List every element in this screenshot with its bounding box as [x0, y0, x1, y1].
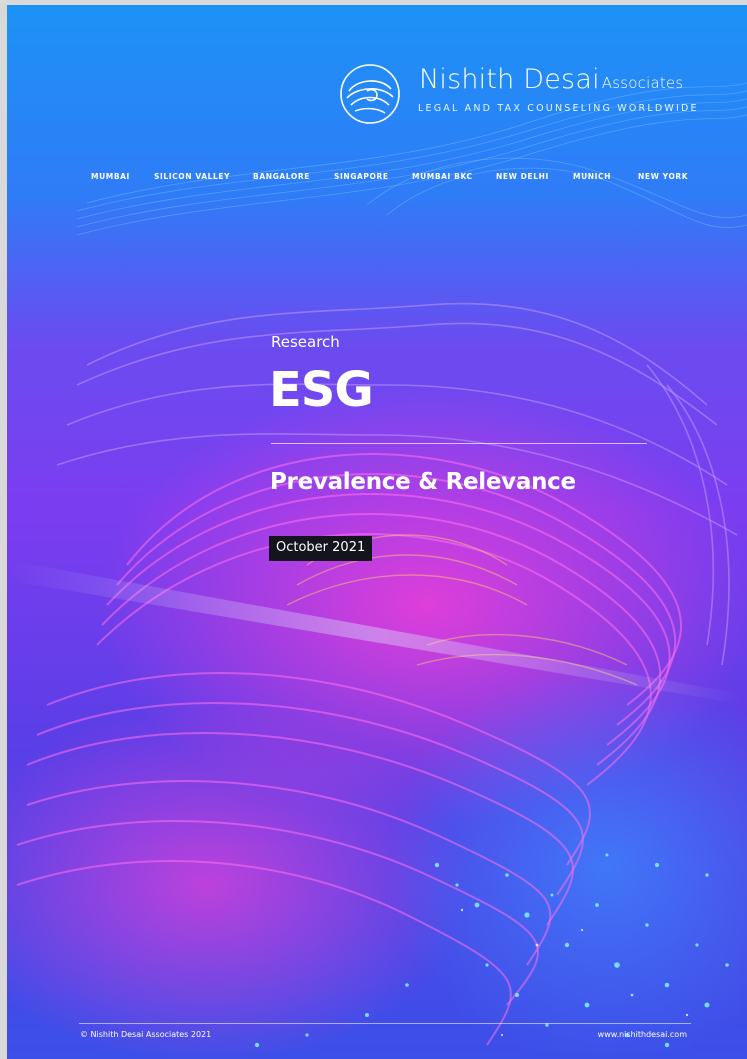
footer-divider — [79, 1023, 691, 1024]
office-singapore: SINGAPORE — [334, 172, 389, 181]
brand-name: Nishith Desai Associates — [419, 64, 684, 95]
office-new-delhi: NEW DELHI — [496, 172, 549, 181]
footer-copyright: © Nishith Desai Associates 2021 — [80, 1030, 212, 1039]
nda-swirl-logo-icon — [340, 64, 400, 124]
office-mumbai-bkc: MUMBAI BKC — [412, 172, 473, 181]
cover-subtitle: Prevalence & Relevance — [270, 469, 576, 495]
office-munich: MUNICH — [573, 172, 612, 181]
cover-page: Nishith Desai Associates LEGAL AND TAX CO… — [7, 5, 747, 1059]
cover-kicker: Research — [271, 333, 340, 351]
office-new-york: NEW YORK — [638, 172, 689, 181]
cover-title: ESG — [269, 362, 374, 418]
office-mumbai: MUMBAI — [91, 172, 130, 181]
brand-tagline: LEGAL AND TAX COUNSELING WORLDWIDE — [418, 103, 699, 114]
cover-date: October 2021 — [269, 536, 373, 561]
office-list: MUMBAI SILICON VALLEY BANGALORE SINGAPOR… — [7, 172, 747, 186]
title-divider — [271, 443, 647, 444]
office-bangalore: BANGALORE — [253, 172, 310, 181]
brand-name-suffix: Associates — [601, 74, 684, 92]
footer-website: www.nishithdesai.com — [597, 1030, 687, 1039]
office-silicon-valley: SILICON VALLEY — [154, 172, 231, 181]
cover-artwork — [7, 82, 747, 1059]
